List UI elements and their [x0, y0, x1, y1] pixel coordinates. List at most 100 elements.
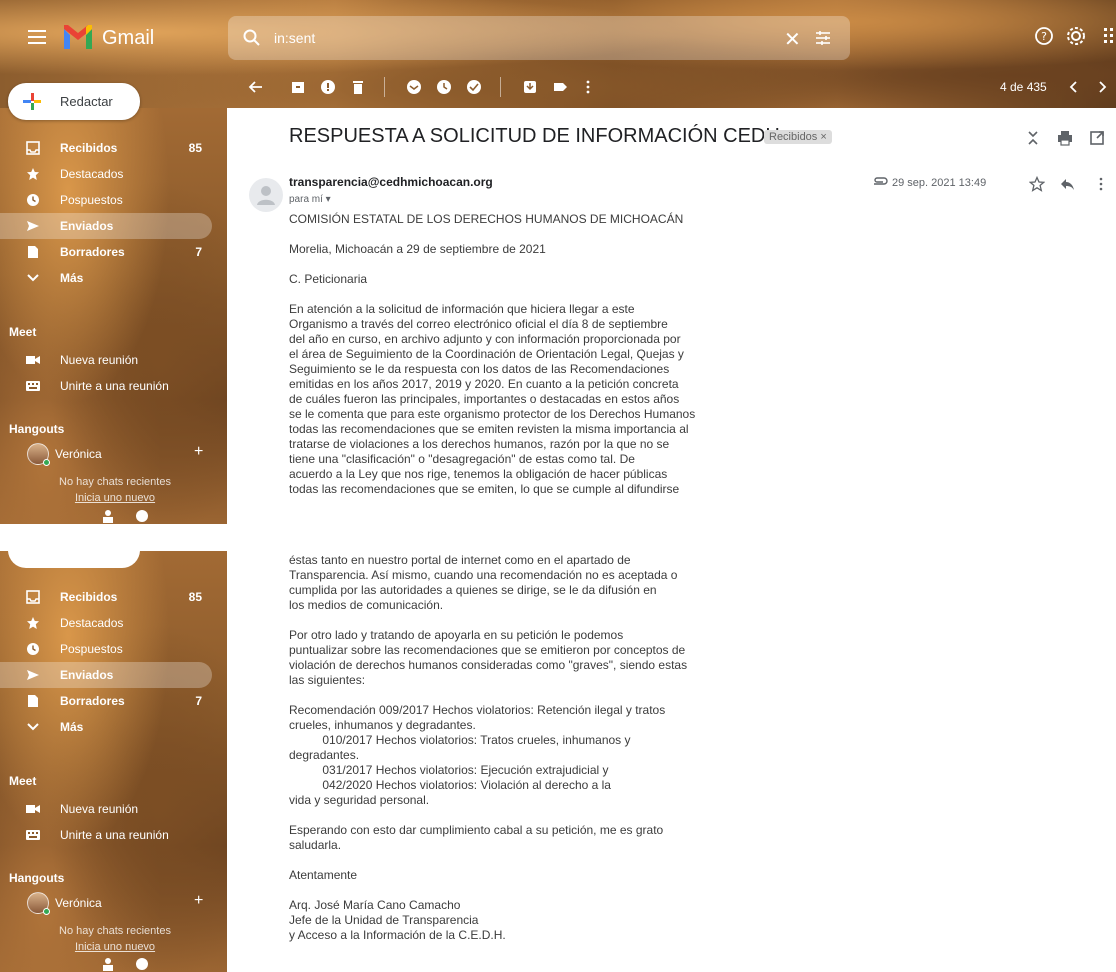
- message-toolbar: [0, 77, 1116, 97]
- search-options-icon[interactable]: [814, 29, 832, 47]
- meet-label: Nueva reunión: [60, 353, 139, 367]
- start-new-chat-link[interactable]: Inicia uno nuevo: [40, 939, 190, 955]
- person-icon: [257, 186, 275, 205]
- nav-item-starred[interactable]: Destacados: [0, 161, 212, 187]
- open-new-window-icon[interactable]: [1089, 130, 1105, 146]
- nav-label: Recibidos: [60, 141, 118, 155]
- archive-icon[interactable]: [290, 79, 306, 95]
- chat-bubble-icon[interactable]: [136, 510, 148, 522]
- sender-avatar[interactable]: [249, 178, 283, 212]
- nav-item-snoozed[interactable]: Pospuestos: [0, 636, 212, 662]
- nav-item-starred[interactable]: Destacados: [0, 610, 212, 636]
- meet-label: Unirte a una reunión: [60, 379, 169, 393]
- recipient-line[interactable]: para mí ▾: [289, 194, 331, 205]
- nav-item-drafts[interactable]: Borradores 7: [0, 239, 212, 265]
- back-arrow-icon[interactable]: [248, 79, 264, 95]
- mark-unread-icon[interactable]: [406, 79, 422, 95]
- print-icon[interactable]: [1057, 130, 1073, 146]
- chat-bubble-icon[interactable]: [136, 958, 148, 970]
- nav-item-more[interactable]: Más: [0, 265, 212, 291]
- contacts-person-icon[interactable]: [103, 510, 113, 523]
- compose-button[interactable]: Redactar: [8, 83, 140, 120]
- screenshot-bottom: Recibidos 85 Destacados Pospuestos Envia…: [0, 551, 1116, 972]
- meet-new-meeting[interactable]: Nueva reunión: [0, 348, 212, 372]
- search-icon[interactable]: [242, 28, 262, 48]
- nav-label: Enviados: [60, 668, 114, 682]
- move-to-icon[interactable]: [522, 79, 538, 95]
- clock-icon: [27, 194, 39, 206]
- reply-arrow-icon[interactable]: [1059, 176, 1075, 192]
- meet-join-meeting[interactable]: Unirte a una reunión: [0, 374, 212, 398]
- send-icon: [27, 670, 39, 680]
- screenshot-separator: [0, 524, 1116, 551]
- app-name: Gmail: [102, 27, 155, 49]
- email-body-part-1: COMISIÓN ESTATAL DE LOS DERECHOS HUMANOS…: [289, 212, 696, 496]
- meet-join-meeting[interactable]: Unirte a una reunión: [0, 823, 212, 847]
- nav-item-sent[interactable]: Enviados: [0, 662, 212, 688]
- video-camera-icon: [26, 805, 40, 813]
- start-new-chat-link[interactable]: Inicia uno nuevo: [40, 490, 190, 506]
- more-vert-icon[interactable]: [1093, 176, 1109, 192]
- nav-item-more[interactable]: Más: [0, 714, 212, 740]
- compose-plus-icon: [23, 93, 41, 110]
- toolbar-divider: [384, 77, 385, 97]
- star-outline-icon[interactable]: [1029, 176, 1045, 192]
- sender-email[interactable]: transparencia@cedhmichoacan.org: [289, 175, 493, 189]
- search-bar[interactable]: ✕: [228, 16, 850, 60]
- collapse-all-icon[interactable]: [1025, 130, 1041, 146]
- newer-chevron-left-icon[interactable]: [1066, 79, 1082, 95]
- search-input[interactable]: [274, 28, 754, 48]
- draft-count: 7: [195, 694, 202, 708]
- attachment-clip-icon: [874, 177, 888, 185]
- snooze-clock-icon[interactable]: [436, 79, 452, 95]
- meet-new-meeting[interactable]: Nueva reunión: [0, 797, 212, 821]
- email-subject: RESPUESTA A SOLICITUD DE INFORMACIÓN CED…: [289, 125, 780, 147]
- contacts-person-icon[interactable]: [103, 958, 113, 971]
- label-tag-icon[interactable]: [552, 79, 568, 95]
- star-icon: [27, 168, 39, 180]
- online-status-dot: [43, 908, 50, 915]
- gmail-logo-icon[interactable]: [62, 23, 94, 51]
- new-chat-plus-icon[interactable]: +: [194, 892, 203, 910]
- nav-label: Más: [60, 271, 84, 285]
- help-icon[interactable]: ?: [1034, 26, 1054, 46]
- nav-label: Destacados: [60, 167, 124, 181]
- add-to-tasks-icon[interactable]: [466, 79, 482, 95]
- draft-count: 7: [195, 245, 202, 259]
- online-status-dot: [43, 459, 50, 466]
- nav-item-drafts[interactable]: Borradores 7: [0, 688, 212, 714]
- report-spam-icon[interactable]: [320, 79, 336, 95]
- nav-item-inbox[interactable]: Recibidos 85: [0, 135, 212, 161]
- svg-text:?: ?: [1041, 30, 1047, 43]
- clear-search-icon[interactable]: ✕: [784, 27, 801, 52]
- pagination-count: 4 de 435: [1000, 80, 1047, 94]
- nav-item-sent[interactable]: Enviados: [0, 213, 212, 239]
- main-menu-icon[interactable]: [28, 30, 46, 44]
- more-options-icon[interactable]: [580, 79, 596, 95]
- compose-button[interactable]: [8, 551, 140, 568]
- older-chevron-right-icon[interactable]: [1094, 79, 1110, 95]
- no-chats-message: No hay chats recientes Inicia uno nuevo: [40, 923, 190, 955]
- sidebar-footer-icons: [103, 510, 148, 523]
- compose-label: Redactar: [60, 94, 113, 109]
- unread-count: 85: [188, 590, 202, 604]
- inbox-label-chip[interactable]: Recibidos ×: [764, 130, 832, 144]
- hangouts-user-name[interactable]: Verónica: [55, 896, 102, 910]
- draft-document-icon: [28, 246, 38, 258]
- nav-label: Destacados: [60, 616, 124, 630]
- toolbar-divider: [500, 77, 501, 97]
- hangouts-user-name[interactable]: Verónica: [55, 447, 102, 461]
- meet-section-title: Meet: [9, 325, 37, 339]
- delete-trash-icon[interactable]: [350, 79, 366, 95]
- settings-gear-icon[interactable]: [1066, 26, 1086, 46]
- nav-item-snoozed[interactable]: Pospuestos: [0, 187, 212, 213]
- sidebar-footer-icons: [103, 958, 148, 971]
- send-icon: [27, 221, 39, 231]
- apps-grid-icon[interactable]: [1102, 26, 1116, 46]
- keyboard-icon: [26, 830, 40, 840]
- new-chat-plus-icon[interactable]: +: [194, 443, 203, 461]
- inbox-icon: [26, 141, 40, 155]
- nav-label: Recibidos: [60, 590, 118, 604]
- nav-item-inbox[interactable]: Recibidos 85: [0, 584, 212, 610]
- nav-label: Pospuestos: [60, 193, 123, 207]
